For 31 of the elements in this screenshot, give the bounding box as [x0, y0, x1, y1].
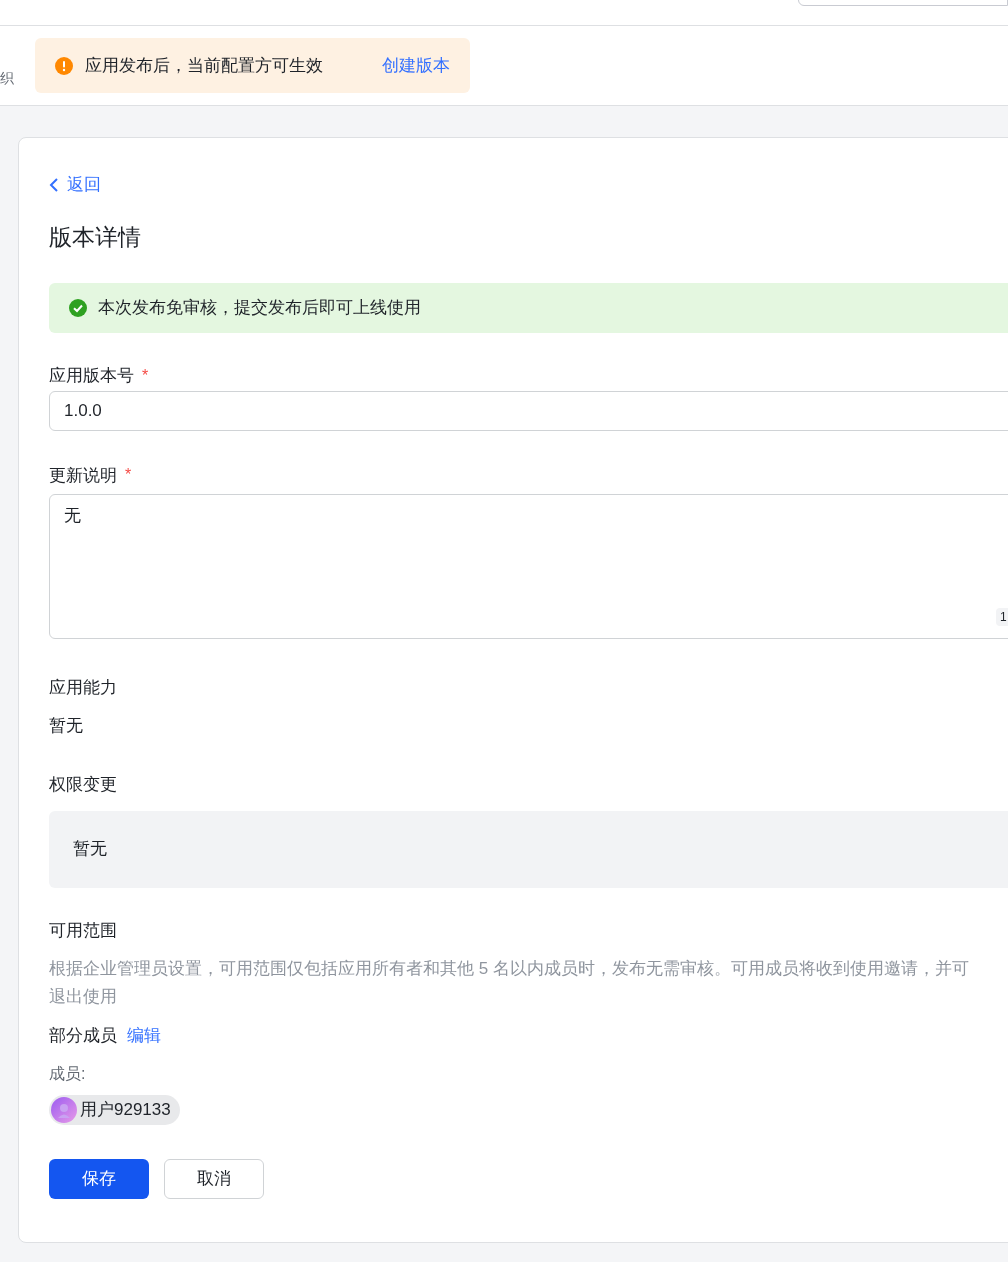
field-label: 更新说明 — [49, 464, 117, 487]
field-label: 应用版本号 — [49, 365, 134, 387]
cancel-button[interactable]: 取消 — [164, 1158, 264, 1199]
required-mark: * — [142, 365, 149, 386]
create-version-link[interactable]: 创建版本 — [382, 52, 450, 79]
scope-description: 根据企业管理员设置，可用范围仅包括应用所有者和其他 5 名以内成员时，发布无需审核。可用成员将收到使用邀请，并可 — [49, 958, 970, 980]
success-alert: 本次发布免审核，提交发布后即可上线使用 — [49, 283, 1008, 333]
chevron-left-icon — [49, 177, 59, 192]
character-counter: 1 — [996, 608, 1008, 626]
description-textarea[interactable]: 无 1 — [49, 494, 1008, 639]
member-name: 用户929133 — [80, 1098, 171, 1121]
textarea-value: 无 — [64, 506, 81, 525]
notice-text: 应用发布后，当前配置方可生效 — [85, 54, 323, 77]
capability-value: 暂无 — [49, 714, 84, 737]
scope-description: 退出使用 — [49, 986, 118, 1008]
sidebar-text: 织 — [0, 69, 15, 88]
check-circle-icon — [69, 299, 87, 317]
page-title: 版本详情 — [49, 222, 142, 252]
section-label: 应用能力 — [49, 677, 118, 699]
permission-value: 暂无 — [73, 838, 107, 861]
edit-link[interactable]: 编辑 — [127, 1023, 161, 1049]
section-label: 权限变更 — [49, 774, 118, 796]
section-label: 可用范围 — [49, 919, 118, 942]
version-input[interactable]: 1.0.0 — [49, 390, 1008, 431]
scope-mode: 部分成员 — [49, 1025, 117, 1047]
required-mark: * — [125, 465, 132, 486]
warning-icon — [55, 56, 73, 75]
avatar-icon — [51, 1096, 77, 1123]
save-button[interactable]: 保存 — [49, 1158, 149, 1199]
back-link[interactable]: 返回 — [49, 172, 1008, 198]
members-label: 成员: — [49, 1063, 87, 1084]
